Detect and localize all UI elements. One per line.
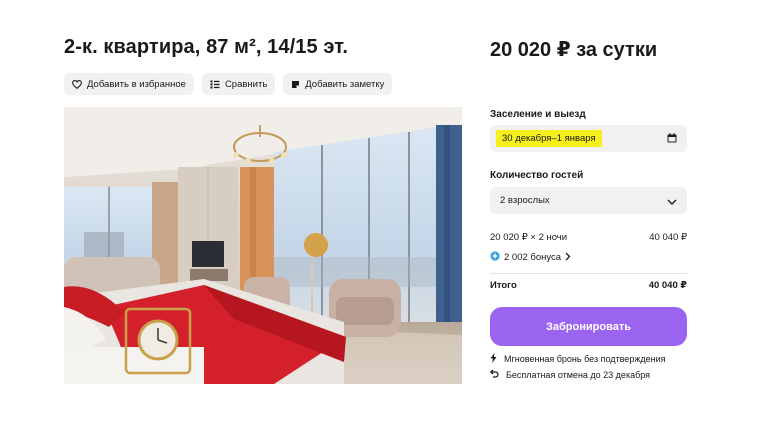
compare-icon	[210, 80, 220, 89]
dates-picker[interactable]: 30 декабря–1 января	[490, 125, 687, 152]
checkin-checkout-label: Заселение и выезд	[490, 109, 586, 120]
lightning-icon	[490, 353, 497, 365]
total-amount: 40 040 ₽	[648, 280, 687, 291]
bonus-icon	[490, 251, 500, 264]
compare-label: Сравнить	[224, 78, 268, 90]
calendar-icon	[667, 130, 677, 148]
listing-actions: Добавить в избранное Сравнить Добавить з…	[64, 73, 393, 95]
nights-calculation-row: 20 020 ₽ × 2 ночи 40 040 ₽	[490, 232, 687, 243]
chevron-right-icon	[565, 252, 571, 264]
total-row: Итого 40 040 ₽	[490, 280, 687, 291]
free-cancellation-note: Бесплатная отмена до 23 декабря	[489, 369, 651, 380]
add-to-favorites-button[interactable]: Добавить в избранное	[64, 73, 194, 95]
instant-booking-note: Мгновенная бронь без подтверждения	[490, 353, 665, 365]
compare-button[interactable]: Сравнить	[201, 73, 276, 95]
nights-amount: 40 040 ₽	[649, 232, 687, 243]
price-per-night: 20 020 ₽ за сутки	[490, 39, 658, 61]
add-to-favorites-label: Добавить в избранное	[87, 78, 186, 90]
add-note-button[interactable]: Добавить заметку	[283, 73, 393, 95]
bedroom-photo-image	[64, 107, 462, 384]
divider	[490, 273, 687, 274]
chevron-down-icon	[667, 192, 677, 210]
guests-label: Количество гостей	[490, 170, 584, 181]
listing-photo[interactable]	[64, 107, 462, 384]
instant-booking-text: Мгновенная бронь без подтверждения	[504, 354, 666, 364]
total-label: Итого	[490, 280, 517, 291]
heart-icon	[72, 79, 82, 89]
undo-arrow-icon	[489, 369, 499, 380]
note-icon	[291, 80, 300, 89]
nights-calculation: 20 020 ₽ × 2 ночи	[490, 232, 568, 243]
free-cancellation-text: Бесплатная отмена до 23 декабря	[506, 369, 651, 380]
add-note-label: Добавить заметку	[305, 78, 385, 90]
guests-select[interactable]: 2 взрослых	[490, 187, 687, 214]
guests-value: 2 взрослых	[500, 195, 550, 206]
selected-dates: 30 декабря–1 января	[496, 130, 602, 147]
listing-title: 2-к. квартира, 87 м², 14/15 эт.	[64, 36, 349, 58]
book-button[interactable]: Забронировать	[490, 307, 687, 346]
bonus-link[interactable]: 2 002 бонуса	[490, 251, 571, 264]
bonus-amount: 2 002 бонуса	[504, 252, 562, 263]
